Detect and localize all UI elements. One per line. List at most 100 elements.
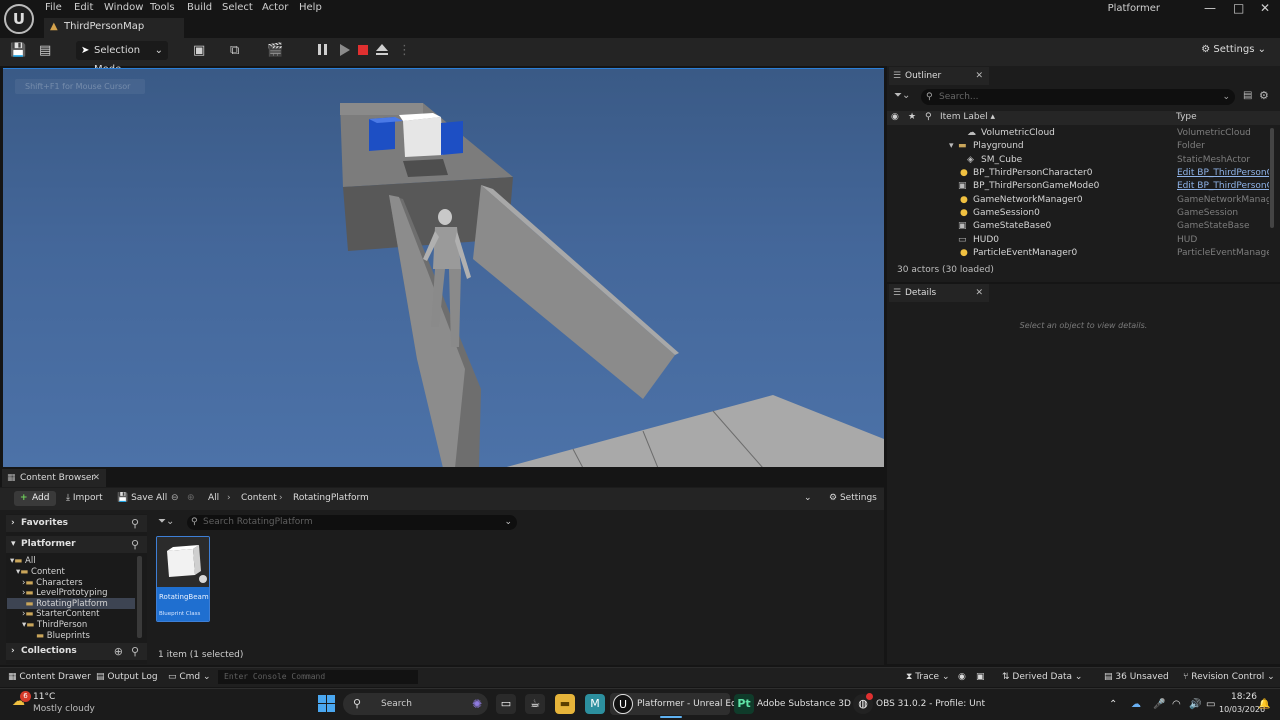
filter-icon[interactable]: ⏷⌄ [894,90,910,101]
content-browser-tab[interactable]: ▦ Content Browser ✕ [2,469,106,487]
content-search-input[interactable]: ⚲ Search RotatingPlatform ⌄ [187,515,517,530]
unsaved-button[interactable]: ▤ 36 Unsaved [1104,672,1169,682]
breadcrumb-content[interactable]: Content [241,493,277,503]
close-icon[interactable]: ✕ [975,284,983,302]
taskbar-unreal-label[interactable]: Platformer - Unreal Edit [637,699,743,709]
task-view-icon[interactable]: ▭ [496,694,516,714]
play-icon[interactable] [340,44,350,56]
file-explorer-icon[interactable]: ▬ [555,694,575,714]
maximize-button[interactable]: □ [1233,1,1244,15]
output-log-button[interactable]: ▤ Output Log [96,672,158,682]
favorites-header[interactable]: › Favorites ⚲ [6,515,147,532]
clock-time[interactable]: 18:26 [1231,692,1257,702]
visibility-icon[interactable]: ◉ [891,112,899,122]
add-actor-icon[interactable]: ▣ [193,43,205,58]
menu-actor[interactable]: Actor [262,2,288,13]
unreal-engine-icon[interactable]: U [613,694,633,714]
col-item-label[interactable]: Item Label ▴ [940,112,995,122]
outliner-row[interactable]: ● GameSession0 GameSession [887,207,1270,220]
mic-icon[interactable]: 🎤 [1153,699,1165,710]
star-icon[interactable]: ★ [908,112,916,122]
volume-icon[interactable]: 🔊 [1189,699,1201,710]
outliner-row[interactable]: ● ParticleEventManager0 ParticleEventMan… [887,247,1270,260]
content-drawer-button[interactable]: ▦ Content Drawer [8,672,91,682]
chevron-down-icon[interactable]: ⌄ [804,493,812,503]
notification-bell-icon[interactable]: 🔔 [1258,699,1270,710]
menu-window[interactable]: Window [104,2,143,13]
menu-tools[interactable]: Tools [150,2,175,13]
menu-select[interactable]: Select [222,2,253,13]
console-input[interactable]: Enter Console Command [218,670,418,684]
revision-control-button[interactable]: ⑂ Revision Control ⌄ [1183,672,1275,682]
tree-item[interactable]: ›▬ RotatingPlatform [22,599,107,609]
blueprint-icon[interactable]: ⧉ [230,43,239,58]
cinematics-icon[interactable]: 🎬 [267,43,283,58]
content-icon[interactable]: ▤ [39,43,51,58]
taskbar-substance-label[interactable]: Adobe Substance 3D Pa [757,699,864,709]
menu-file[interactable]: File [45,2,62,13]
wifi-icon[interactable]: ◠ [1172,699,1181,710]
trace-button[interactable]: ⧗ Trace ⌄ [906,672,949,682]
collections-header[interactable]: › Collections ⊕ ⚲ [6,643,147,660]
taskbar-obs-label[interactable]: OBS 31.0.2 - Profile: Unt [876,699,985,709]
tree-item[interactable]: ▾▬ ThirdPerson [22,620,87,630]
derived-data-button[interactable]: ⇅ Derived Data ⌄ [1002,672,1082,682]
pause-icon[interactable] [318,44,321,55]
tree-item[interactable]: ›▬ StarterContent [22,609,99,619]
edit-blueprint-link[interactable]: Edit BP_ThirdPersonGa [1177,180,1269,193]
search-icon[interactable]: ⚲ [131,538,139,551]
outliner-scrollbar[interactable] [1270,128,1274,228]
project-header[interactable]: ▾ Platformer ⚲ [6,536,147,553]
level-tab[interactable]: ▲ ThirdPersonMap [44,18,184,38]
eject-icon[interactable] [376,44,388,51]
details-tab[interactable]: ☰ Details ✕ [889,284,989,302]
outliner-search-input[interactable]: ⚲ Search... ⌄ [921,89,1235,105]
close-button[interactable]: ✕ [1260,1,1270,15]
widget-icon[interactable]: ☕ [525,694,545,714]
menu-build[interactable]: Build [187,2,212,13]
tree-scrollbar[interactable] [137,556,142,638]
add-collection-icon[interactable]: ⊕ [114,645,123,658]
search-icon[interactable]: ⚲ [131,517,139,530]
minimize-button[interactable]: — [1204,1,1216,15]
tree-item[interactable]: ›▬ Characters [22,578,83,588]
breadcrumb-all[interactable]: All [208,493,219,503]
close-icon[interactable]: ✕ [92,469,100,487]
asset-tile[interactable]: RotatingBeam Blueprint Class [156,536,210,622]
stop-icon[interactable] [358,45,368,55]
forward-icon[interactable]: ⊕ [187,493,195,503]
unreal-logo-icon[interactable]: U [4,4,34,34]
gear-icon[interactable]: ⚙ [1259,89,1269,102]
back-icon[interactable]: ⊖ [171,493,179,503]
add-button[interactable]: + Add [14,491,56,506]
pin-icon[interactable]: ⚲ [925,112,932,122]
outliner-row[interactable]: ◈ SM_Cube StaticMeshActor [887,154,1270,167]
outliner-row[interactable]: ▣ BP_ThirdPersonGameMode0 Edit BP_ThirdP… [887,180,1270,193]
app-m-icon[interactable]: M [585,694,605,714]
menu-help[interactable]: Help [299,2,322,13]
outliner-row[interactable]: ▣ GameStateBase0 GameStateBase [887,220,1270,233]
breadcrumb-rotating-platform[interactable]: RotatingPlatform [293,493,369,503]
more-options-icon[interactable]: ⋮ [398,43,411,58]
col-type[interactable]: Type [1176,112,1197,122]
close-icon[interactable]: ✕ [975,67,983,85]
filter-icon[interactable]: ⏷⌄ [158,516,174,527]
outliner-tab[interactable]: ☰ Outliner ✕ [889,67,989,85]
outliner-row[interactable]: ▾ ▬ Playground Folder [887,140,1270,153]
outliner-row[interactable]: ☁ VolumetricCloud VolumetricCloud [887,127,1270,140]
tree-item[interactable]: ›▬ LevelPrototyping [22,588,108,598]
record-icon[interactable]: ◉ [958,672,966,682]
tree-item[interactable]: ▾▬ Content [16,567,65,577]
onedrive-icon[interactable]: ☁ [1131,699,1141,710]
level-viewport[interactable]: Shift+F1 for Mouse Cursor [3,68,884,467]
cmd-dropdown[interactable]: ▭ Cmd ⌄ [168,672,211,682]
windows-start-icon[interactable] [318,695,336,713]
save-icon[interactable]: 💾 [10,43,26,58]
outliner-row[interactable]: ● BP_ThirdPersonCharacter0 Edit BP_Third… [887,167,1270,180]
tree-item[interactable]: ▾▬ All [10,556,36,566]
battery-icon[interactable]: ▭ [1206,699,1215,710]
edit-blueprint-link[interactable]: Edit BP_ThirdPersonCh [1177,167,1269,180]
weather-temp[interactable]: 11°C [33,692,55,702]
substance-painter-icon[interactable]: Pt [734,694,754,714]
taskbar-search[interactable]: ⚲ Search ✺ [343,693,488,715]
